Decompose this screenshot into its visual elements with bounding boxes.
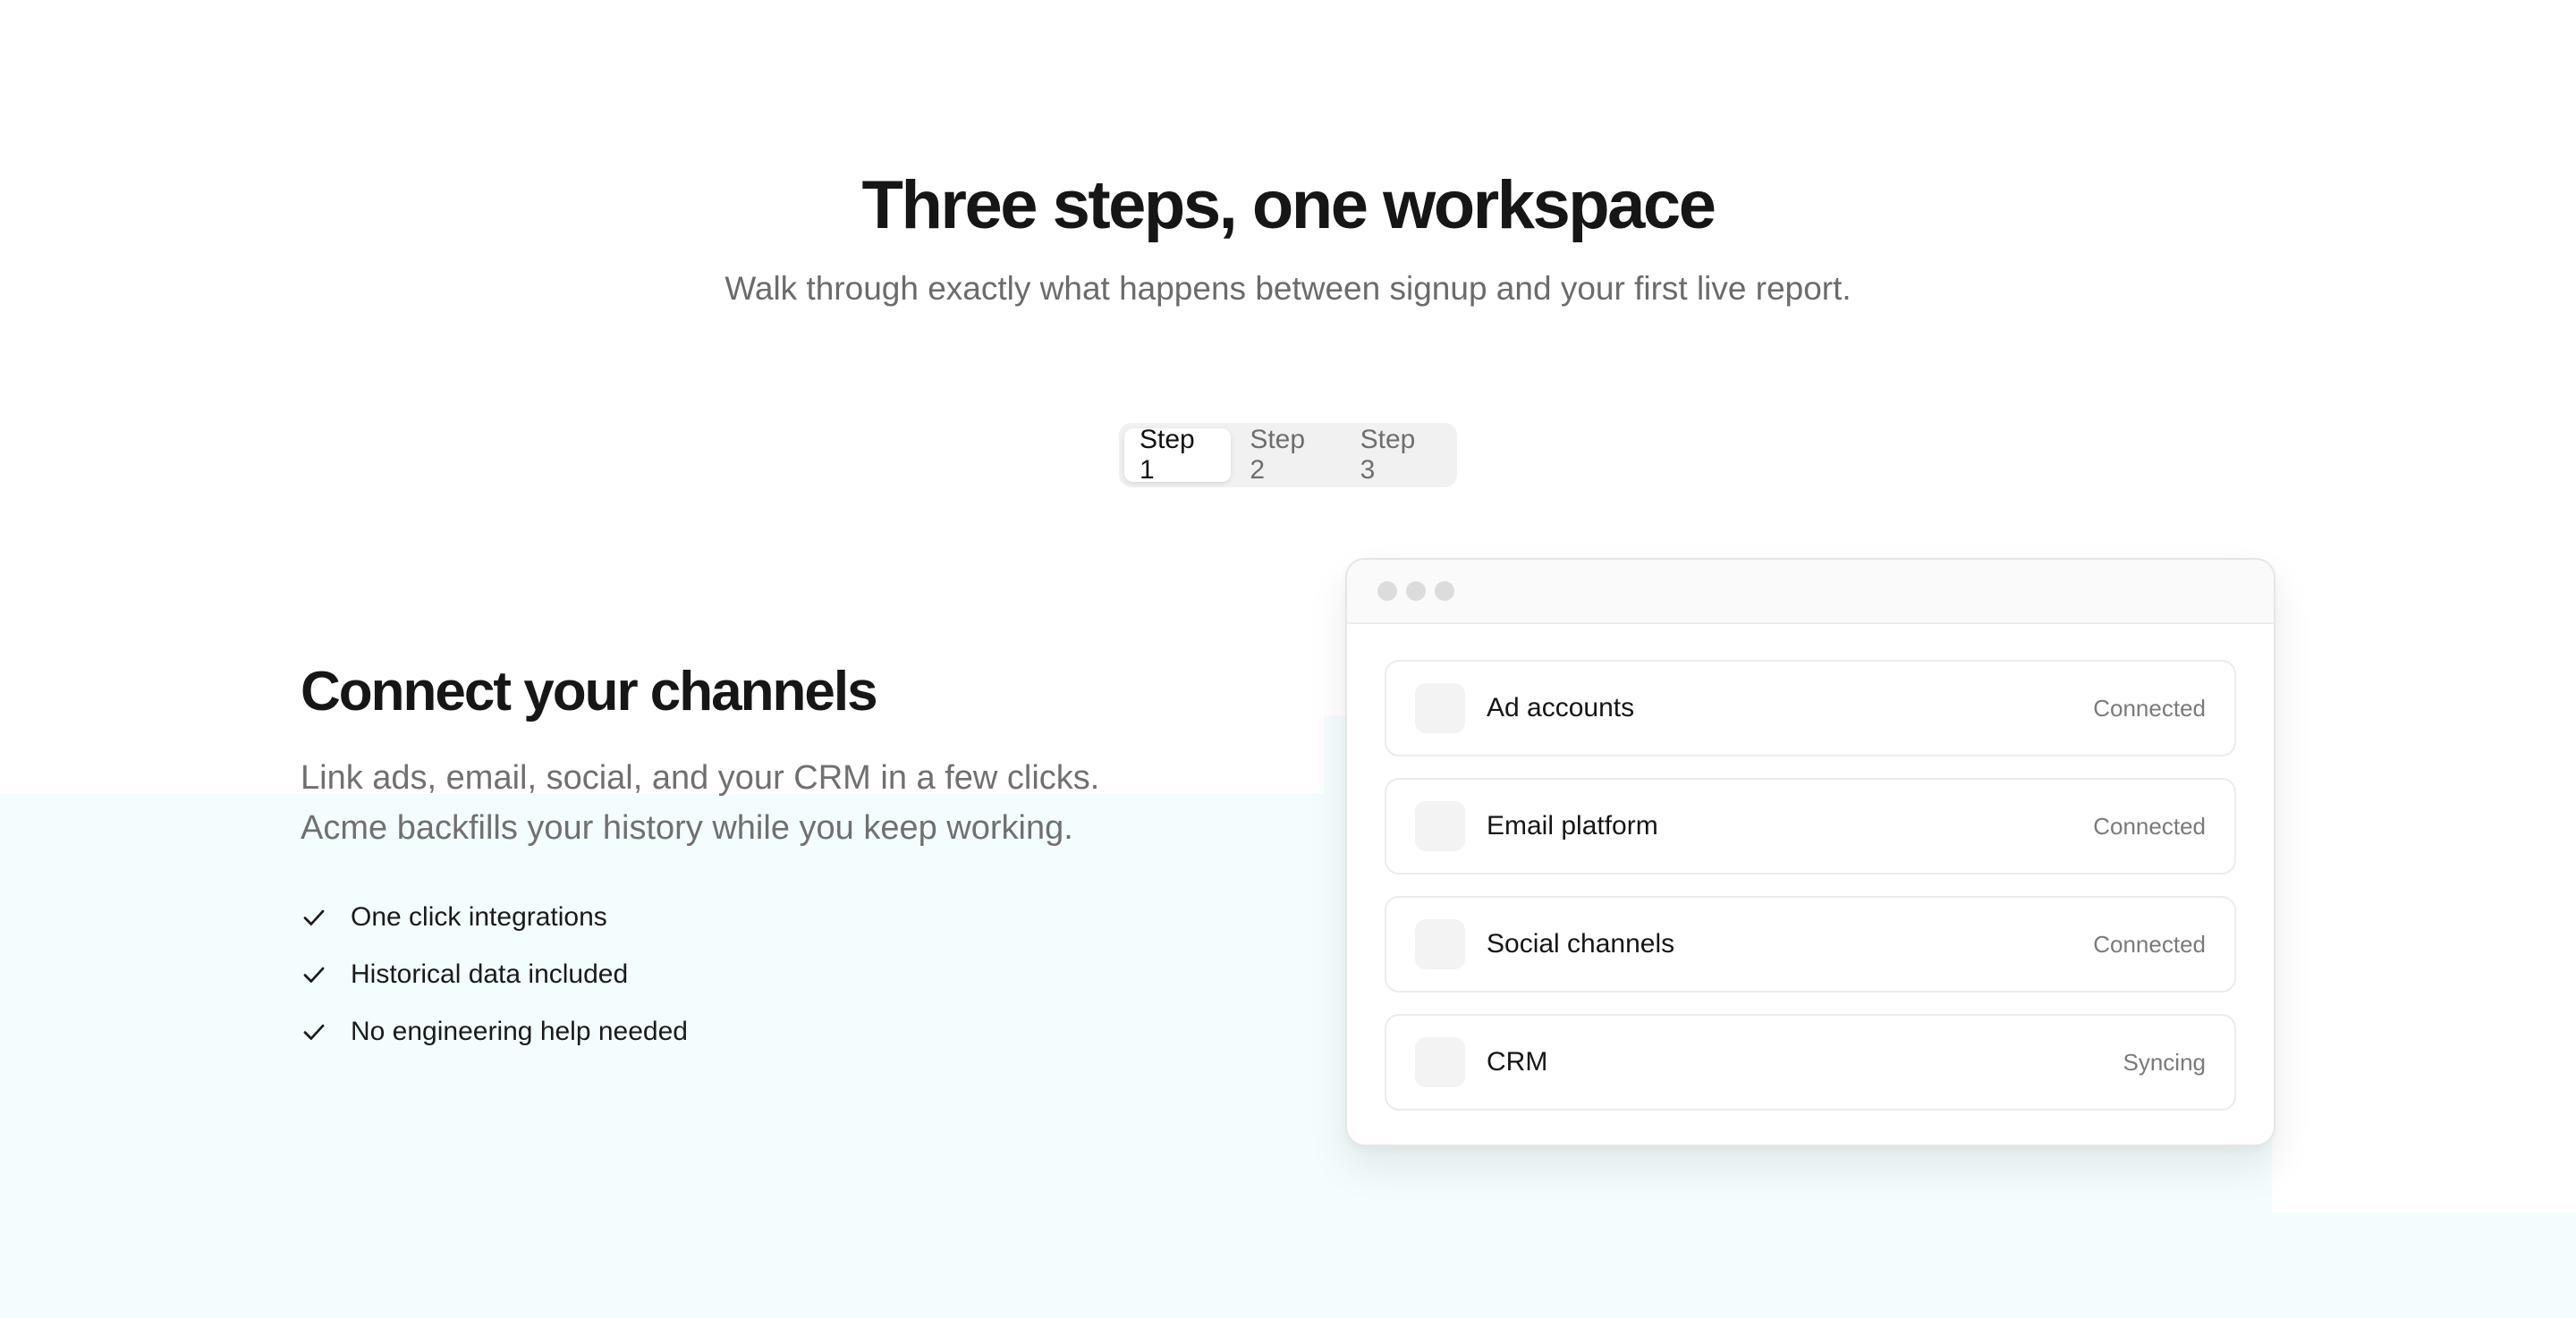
integration-status: Connected [2093, 694, 2206, 722]
window-control-dot [1377, 581, 1397, 601]
step-title: Connect your channels [301, 661, 878, 722]
check-icon [303, 909, 325, 925]
integration-status: Connected [2093, 930, 2206, 958]
background-band [0, 1212, 2576, 1318]
window-control-dot [1435, 581, 1454, 601]
integration-row-email-platform[interactable]: Email platform Connected [1385, 778, 2236, 874]
step-description-line: Acme backfills your history while you ke… [301, 809, 1073, 847]
check-icon [303, 967, 325, 983]
check-icon [303, 1024, 325, 1040]
tab-step-2[interactable]: Step 2 [1234, 425, 1341, 485]
checklist-item-label: No engineering help needed [351, 1017, 688, 1046]
tab-step-1[interactable]: Step 1 [1124, 425, 1232, 485]
integration-list: Ad accounts Connected Email platform Con… [1347, 624, 2274, 1111]
integration-name: Ad accounts [1487, 693, 1635, 722]
step-tabs: Step 1 Step 2 Step 3 [1119, 423, 1457, 487]
window-titlebar [1347, 560, 2274, 624]
page-title: Three steps, one workspace [861, 167, 1716, 243]
integration-icon [1415, 919, 1465, 969]
checklist-item: Historical data included [301, 946, 1284, 1003]
integration-status: Connected [2093, 812, 2206, 840]
checklist-item: One click integrations [301, 889, 1284, 946]
page: Three steps, one workspace Walk through … [0, 0, 2576, 1318]
integration-name: Email platform [1487, 811, 1658, 841]
app-window-mockup: Ad accounts Connected Email platform Con… [1345, 558, 2275, 1146]
checklist-item-label: Historical data included [351, 959, 629, 989]
integration-icon [1415, 683, 1465, 733]
tab-step-3[interactable]: Step 3 [1345, 425, 1452, 485]
checklist-item-label: One click integrations [351, 902, 607, 932]
integration-icon [1415, 801, 1465, 851]
page-subtitle: Walk through exactly what happens betwee… [724, 270, 1852, 307]
integration-row-social-channels[interactable]: Social channels Connected [1385, 896, 2236, 993]
integration-row-ad-accounts[interactable]: Ad accounts Connected [1385, 660, 2236, 756]
hero-section: Three steps, one workspace Walk through … [0, 161, 2576, 311]
integration-icon [1415, 1037, 1465, 1087]
checklist-item: No engineering help needed [301, 1003, 1284, 1060]
integration-row-crm[interactable]: CRM Syncing [1385, 1014, 2236, 1111]
integration-name: Social channels [1487, 929, 1675, 959]
integration-status: Syncing [2123, 1048, 2207, 1076]
step-content: Connect your channels Link ads, email, s… [301, 658, 1284, 1060]
feature-checklist: One click integrations Historical data i… [301, 889, 1284, 1060]
step-description: Link ads, email, social, and your CRM in… [301, 753, 1284, 853]
step-description-line: Link ads, email, social, and your CRM in… [301, 759, 1100, 797]
integration-name: CRM [1487, 1047, 1548, 1077]
window-control-dot [1406, 581, 1426, 601]
